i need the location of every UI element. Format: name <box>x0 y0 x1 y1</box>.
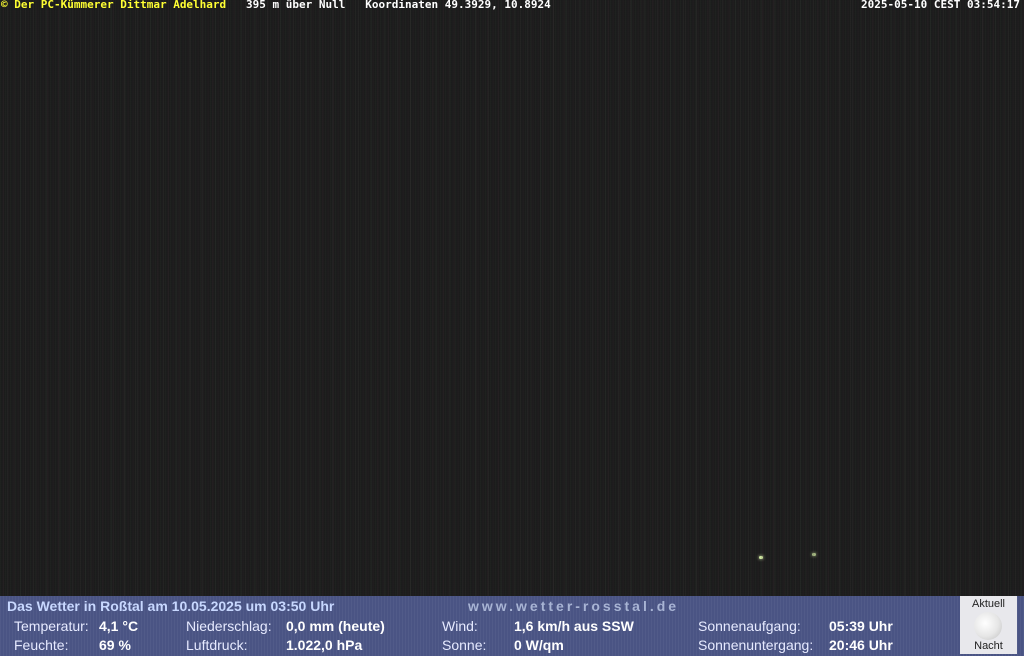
sunset-value: 20:46 Uhr <box>829 637 893 653</box>
weather-headline: Das Wetter in Roßtal am 10.05.2025 um 03… <box>7 598 335 614</box>
weather-info-panel: Das Wetter in Roßtal am 10.05.2025 um 03… <box>0 596 1024 656</box>
distant-light <box>812 553 816 556</box>
sunset-label: Sonnenuntergang: <box>698 637 814 653</box>
wind-value: 1,6 km/h aus SSW <box>514 618 634 634</box>
temperature-label: Temperatur: <box>14 618 89 634</box>
sun-value: 0 W/qm <box>514 637 564 653</box>
humidity-value: 69 % <box>99 637 131 653</box>
sunrise-value: 05:39 Uhr <box>829 618 893 634</box>
pressure-value: 1.022,0 hPa <box>286 637 363 653</box>
moon-label-current: Aktuell <box>971 598 1006 610</box>
wind-label: Wind: <box>442 618 478 634</box>
temperature-value: 4,1 °C <box>99 618 139 634</box>
sun-label: Sonne: <box>442 637 487 653</box>
site-url: www.wetter-rosstal.de <box>468 598 680 614</box>
humidity-label: Feuchte: <box>14 637 69 653</box>
full-moon-icon <box>974 612 1002 640</box>
moon-phase-box: Aktuell Nacht <box>960 596 1017 654</box>
owner-text: Der PC-Kümmerer Dittmar Adelhard <box>14 0 227 11</box>
webcam-frame: © Der PC-Kümmerer Dittmar Adelhard 395 m… <box>0 0 1024 656</box>
camera-timestamp: 2025-05-10 CEST 03:54:17 <box>861 0 1020 11</box>
distant-light <box>759 556 763 559</box>
camera-overlay-info: © Der PC-Kümmerer Dittmar Adelhard 395 m… <box>1 0 551 11</box>
camera-overlay-bar: © Der PC-Kümmerer Dittmar Adelhard 395 m… <box>0 0 1024 12</box>
precipitation-label: Niederschlag: <box>186 618 272 634</box>
coordinates-text: Koordinaten 49.3929, 10.8924 <box>365 0 551 11</box>
sunrise-label: Sonnenaufgang: <box>698 618 801 634</box>
pressure-label: Luftdruck: <box>186 637 248 653</box>
copyright-symbol: © <box>1 0 8 11</box>
altitude-text: 395 m über Null <box>246 0 346 11</box>
moon-label-night: Nacht <box>974 640 1003 652</box>
precipitation-value: 0,0 mm (heute) <box>286 618 385 634</box>
webcam-night-image <box>0 0 1024 596</box>
